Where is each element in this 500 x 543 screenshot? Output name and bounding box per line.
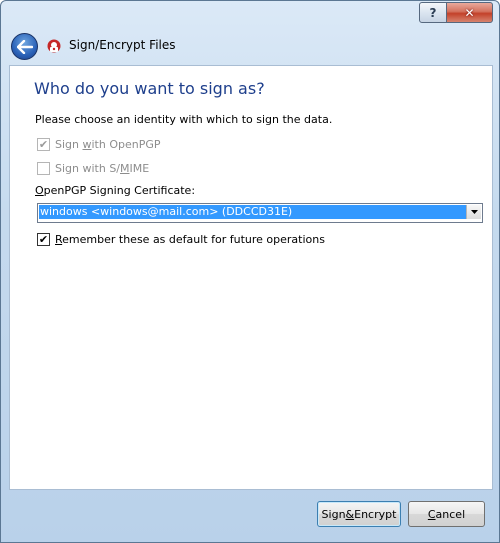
certificate-selected-value: windows <windows@mail.com> (DDCCD31E) xyxy=(39,205,466,219)
sign-openpgp-label: Sign with OpenPGP xyxy=(55,138,161,151)
help-button[interactable]: ? xyxy=(419,2,447,23)
sign-openpgp-option[interactable]: ✔ Sign with OpenPGP xyxy=(37,138,161,151)
content-panel: Who do you want to sign as? Please choos… xyxy=(9,65,493,490)
certificate-label: OpenPGP Signing Certificate: xyxy=(35,184,196,197)
remember-default-option[interactable]: ✔ Remember these as default for future o… xyxy=(37,233,325,246)
navigation-bar: Sign/Encrypt Files xyxy=(1,29,499,65)
sign-smime-checkbox[interactable] xyxy=(37,162,50,175)
close-button[interactable]: ✕ xyxy=(446,2,493,23)
page-heading: Who do you want to sign as? xyxy=(34,79,265,98)
cancel-button[interactable]: Cancel xyxy=(408,501,485,527)
kleopatra-icon xyxy=(47,39,61,53)
certificate-select[interactable]: windows <windows@mail.com> (DDCCD31E) xyxy=(37,203,483,223)
back-arrow-icon xyxy=(16,39,33,54)
dropdown-arrow-icon[interactable] xyxy=(466,205,481,219)
nav-title: Sign/Encrypt Files xyxy=(69,38,176,52)
dialog-window: ? ✕ Sign/Encrypt Files Who do you want t… xyxy=(0,0,500,543)
instruction-text: Please choose an identity with which to … xyxy=(35,113,333,126)
button-bar: Sign & Encrypt Cancel xyxy=(1,489,499,542)
sign-openpgp-checkbox[interactable]: ✔ xyxy=(37,138,50,151)
sign-smime-option[interactable]: Sign with S/MIME xyxy=(37,162,149,175)
back-button[interactable] xyxy=(11,33,38,60)
title-bar[interactable]: ? ✕ xyxy=(1,1,499,29)
remember-default-checkbox[interactable]: ✔ xyxy=(37,233,50,246)
remember-default-label: Remember these as default for future ope… xyxy=(55,233,325,246)
sign-encrypt-button[interactable]: Sign & Encrypt xyxy=(317,501,401,527)
sign-smime-label: Sign with S/MIME xyxy=(55,162,150,175)
